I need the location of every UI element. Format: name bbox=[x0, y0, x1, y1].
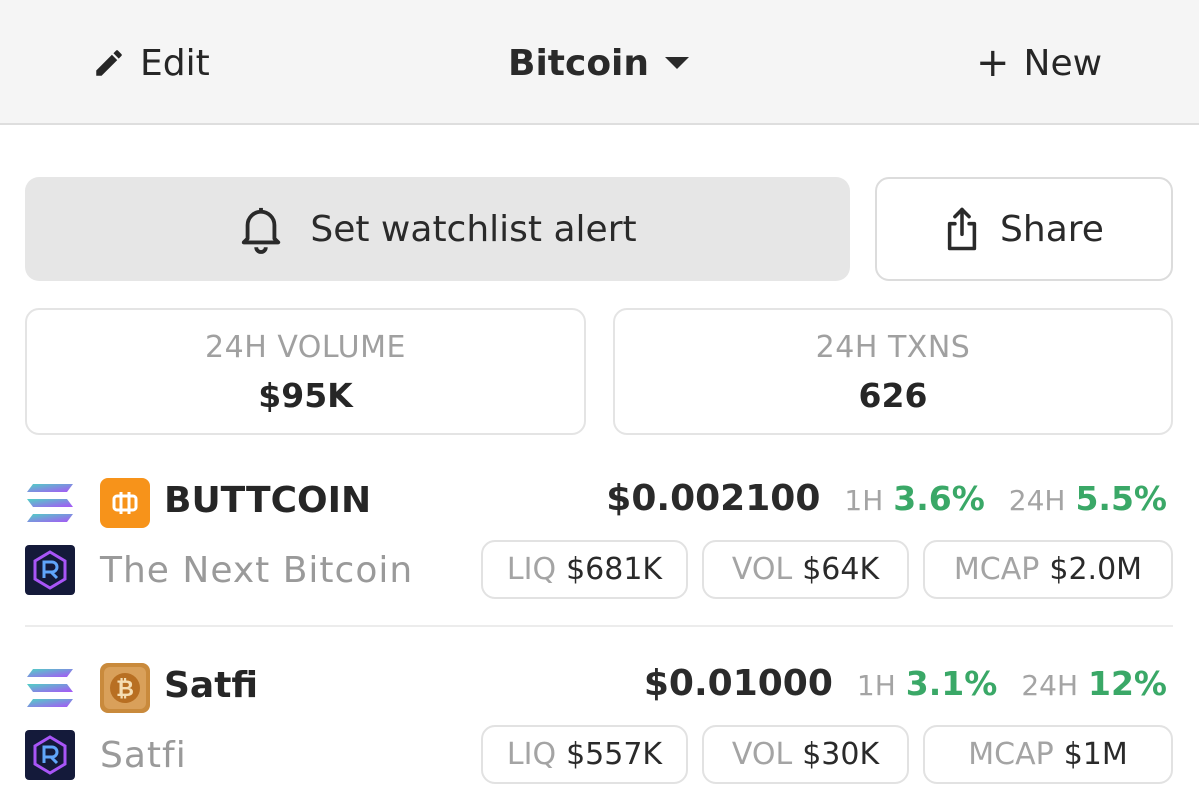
satfi-logo: ₿ bbox=[100, 663, 150, 713]
vol-label: VOL bbox=[731, 737, 793, 772]
stat-volume-label: 24H VOLUME bbox=[205, 330, 406, 365]
liq-pill: LIQ $681K bbox=[481, 540, 688, 599]
change-1h-value: 3.1% bbox=[905, 664, 998, 703]
bell-icon bbox=[242, 207, 281, 254]
raydium-dex-icon bbox=[25, 730, 75, 780]
change-1h-label: 1H bbox=[856, 669, 896, 702]
change-24h-label: 24H bbox=[1008, 484, 1066, 517]
top-bar: Edit Bitcoin + New bbox=[0, 0, 1199, 125]
row-divider bbox=[25, 625, 1173, 627]
liq-label: LIQ bbox=[506, 552, 557, 587]
vol-value: $64K bbox=[802, 552, 880, 587]
change-24h-label: 24H bbox=[1021, 669, 1078, 702]
mcap-value: $1M bbox=[1063, 737, 1128, 772]
share-button[interactable]: Share bbox=[875, 177, 1173, 281]
change-24h-value: 5.5% bbox=[1075, 479, 1167, 518]
raydium-dex-icon bbox=[25, 545, 75, 595]
token-symbol: Satfi bbox=[164, 665, 259, 706]
price-line: $0.01000 1H 3.1% 24H 12% bbox=[644, 663, 1167, 704]
watchlist-title: Bitcoin bbox=[508, 42, 650, 84]
new-watchlist-button[interactable]: + New bbox=[976, 40, 1102, 86]
watchlist-selector[interactable]: Bitcoin bbox=[508, 40, 690, 86]
set-alert-button[interactable]: Set watchlist alert bbox=[25, 177, 850, 281]
solana-chain-icon bbox=[27, 484, 73, 522]
vol-pill: VOL $30K bbox=[702, 725, 909, 784]
liq-value: $681K bbox=[566, 552, 663, 587]
price-line: $0.002100 1H 3.6% 24H 5.5% bbox=[606, 478, 1167, 519]
token-name: Satfi bbox=[100, 735, 187, 776]
token-row[interactable]: BUTTCOIN $0.002100 1H 3.6% 24H 5.5% The … bbox=[0, 470, 1199, 620]
token-name: The Next Bitcoin bbox=[100, 550, 414, 591]
liq-pill: LIQ $557K bbox=[481, 725, 688, 784]
token-price: $0.002100 bbox=[606, 478, 821, 519]
mcap-pill: MCAP $1M bbox=[923, 725, 1173, 784]
mcap-label: MCAP bbox=[968, 737, 1054, 772]
mcap-pill: MCAP $2.0M bbox=[923, 540, 1173, 599]
share-icon bbox=[947, 207, 977, 251]
liq-label: LIQ bbox=[506, 737, 557, 772]
change-24h-value: 12% bbox=[1088, 664, 1167, 703]
edit-label: Edit bbox=[140, 42, 210, 84]
new-label: New bbox=[1023, 42, 1103, 84]
token-row[interactable]: ₿ Satfi $0.01000 1H 3.1% 24H 12% Satfi L… bbox=[0, 655, 1199, 805]
token-price: $0.01000 bbox=[643, 663, 833, 704]
solana-chain-icon bbox=[27, 669, 73, 707]
pencil-icon bbox=[96, 50, 122, 76]
share-label: Share bbox=[1000, 208, 1104, 250]
svg-text:₿: ₿ bbox=[116, 677, 134, 702]
alert-label: Set watchlist alert bbox=[310, 208, 637, 250]
token-symbol: BUTTCOIN bbox=[164, 480, 372, 521]
caret-down-icon bbox=[665, 57, 690, 69]
vol-label: VOL bbox=[731, 552, 793, 587]
plus-icon: + bbox=[976, 40, 1010, 86]
edit-button[interactable]: Edit bbox=[92, 40, 210, 86]
change-1h-value: 3.6% bbox=[893, 479, 985, 518]
stat-volume: 24H VOLUME $95K bbox=[25, 308, 586, 435]
stat-volume-value: $95K bbox=[258, 376, 353, 415]
vol-value: $30K bbox=[802, 737, 880, 772]
stat-txns: 24H TXNS 626 bbox=[613, 308, 1173, 435]
stat-txns-label: 24H TXNS bbox=[815, 330, 971, 365]
stat-txns-value: 626 bbox=[858, 376, 928, 415]
buttcoin-logo bbox=[100, 478, 150, 528]
vol-pill: VOL $64K bbox=[702, 540, 909, 599]
change-1h-label: 1H bbox=[844, 484, 884, 517]
liq-value: $557K bbox=[566, 737, 663, 772]
mcap-label: MCAP bbox=[953, 552, 1040, 587]
mcap-value: $2.0M bbox=[1049, 552, 1143, 587]
